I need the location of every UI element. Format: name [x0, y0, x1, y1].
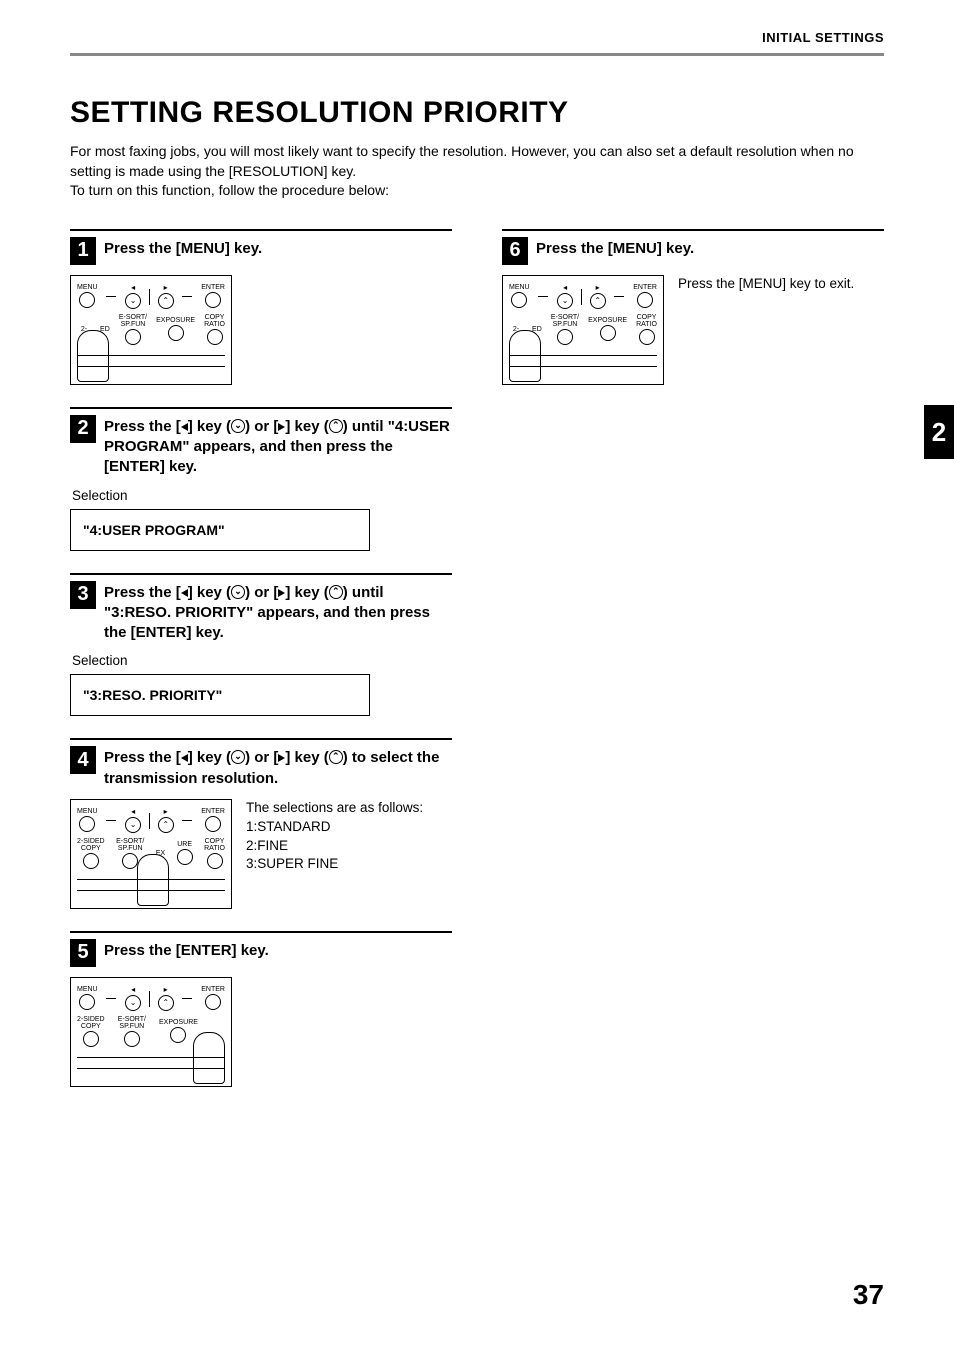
step-5: 5 Press the [ENTER] key. MENU ◂⌄ ▸⌃ ENTE…	[70, 931, 452, 1087]
page-number: 37	[853, 1279, 884, 1311]
up-circle-icon: ⌃	[329, 585, 343, 599]
t: Press the [	[104, 418, 181, 435]
down-circle-icon: ⌄	[231, 585, 245, 599]
chapter-tab: 2	[924, 405, 954, 459]
step-title: Press the [] key (⌄) or [] key (⌃) to se…	[104, 746, 452, 789]
step-title: Press the [] key (⌄) or [] key (⌃) until…	[104, 581, 452, 644]
panel-label-menu: MENU	[77, 808, 98, 815]
t: ] key (	[285, 749, 328, 766]
control-panel-illustration: MENU ◂⌄ ▸⌃ ENTER 2-SIDED COPY E-SORT/ SP…	[70, 799, 232, 909]
left-arrow-icon	[181, 754, 188, 762]
t: ) or [	[245, 418, 278, 435]
down-circle-icon: ⌄	[231, 750, 245, 764]
t: ] key (	[188, 418, 231, 435]
display-box: "4:USER PROGRAM"	[70, 509, 370, 551]
t: Press the [	[104, 584, 181, 601]
panel-label-enter: ENTER	[201, 284, 225, 291]
control-panel-illustration: MENU ◂⌄ ▸⌃ ENTER 2-SIDED COPY E-SORT/ SP…	[70, 977, 232, 1087]
panel-label-enter: ENTER	[201, 986, 225, 993]
t: Press the [	[104, 749, 181, 766]
step-body-text: The selections are as follows: 1:STANDAR…	[246, 799, 423, 875]
page: INITIAL SETTINGS SETTING RESOLUTION PRIO…	[0, 0, 954, 1351]
t: ] key (	[188, 584, 231, 601]
panel-label-ratio: COPY RATIO	[204, 314, 225, 328]
t: ) or [	[245, 749, 278, 766]
step-4: 4 Press the [] key (⌄) or [] key (⌃) to …	[70, 738, 452, 909]
step-head: 4 Press the [] key (⌄) or [] key (⌃) to …	[70, 746, 452, 789]
step-1: 1 Press the [MENU] key. MENU ◂⌄ ▸⌃ ENTER	[70, 229, 452, 385]
t: ) or [	[245, 584, 278, 601]
selection-label: Selection	[72, 488, 452, 503]
step-title: Press the [] key (⌄) or [] key (⌃) until…	[104, 415, 452, 478]
down-circle-icon: ⌄	[231, 419, 245, 433]
step-head: 1 Press the [MENU] key.	[70, 237, 452, 265]
left-arrow-icon	[181, 589, 188, 597]
panel-label-enter: ENTER	[633, 284, 657, 291]
step-rule	[70, 931, 452, 933]
panel-label-esort: E-SORT/ SP.FUN	[118, 1016, 146, 1030]
panel-label-exposure: EXPOSURE	[159, 1019, 198, 1026]
panel-label-menu: MENU	[509, 284, 530, 291]
panel-label-menu: MENU	[77, 284, 98, 291]
step-title: Press the [ENTER] key.	[104, 939, 269, 961]
step-rule	[70, 738, 452, 740]
panel-label-ratio: COPY RATIO	[204, 838, 225, 852]
header-rule	[70, 53, 884, 56]
panel-label-esort: E-SORT/ SP.FUN	[119, 314, 147, 328]
t: ] key (	[188, 749, 231, 766]
columns: 1 Press the [MENU] key. MENU ◂⌄ ▸⌃ ENTER	[70, 229, 884, 1109]
step-head: 2 Press the [] key (⌄) or [] key (⌃) unt…	[70, 415, 452, 478]
step-rule	[502, 229, 884, 231]
display-box: "3:RESO. PRIORITY"	[70, 674, 370, 716]
panel-label-exposure: EXPOSURE	[156, 317, 195, 324]
intro-text: For most faxing jobs, you will most like…	[70, 142, 884, 201]
step-rule	[70, 229, 452, 231]
header-label: INITIAL SETTINGS	[70, 30, 884, 45]
panel-label-ratio: COPY RATIO	[636, 314, 657, 328]
t: ] key (	[285, 418, 328, 435]
panel-label-menu: MENU	[77, 986, 98, 993]
step-6: 6 Press the [MENU] key. MENU ◂⌄ ▸⌃ ENTER	[502, 229, 884, 385]
step-body: MENU ◂⌄ ▸⌃ ENTER 2- ED E-SORT/ SP.FUN	[502, 275, 884, 385]
step-rule	[70, 573, 452, 575]
step-body: MENU ◂⌄ ▸⌃ ENTER 2-SIDED COPY E-SORT/ SP…	[70, 977, 452, 1087]
panel-label-ure: URE	[177, 841, 192, 848]
page-title: SETTING RESOLUTION PRIORITY	[70, 96, 884, 130]
panel-label-esort: E-SORT/ SP.FUN	[551, 314, 579, 328]
step-number: 6	[502, 237, 528, 265]
panel-label-2sided: 2-SIDED COPY	[77, 838, 105, 852]
panel-label-esort: E-SORT/ SP.FUN	[116, 838, 144, 852]
panel-label-2sided: 2-SIDED COPY	[77, 1016, 105, 1030]
step-number: 4	[70, 746, 96, 774]
step-body-text: Press the [MENU] key to exit.	[678, 275, 854, 294]
step-body: MENU ◂⌄ ▸⌃ ENTER 2-SIDED COPY E-SORT/ SP…	[70, 799, 452, 909]
step-head: 5 Press the [ENTER] key.	[70, 939, 452, 967]
left-arrow-icon	[181, 423, 188, 431]
step-number: 3	[70, 581, 96, 609]
right-column: 6 Press the [MENU] key. MENU ◂⌄ ▸⌃ ENTER	[502, 229, 884, 1109]
selection-label: Selection	[72, 653, 452, 668]
left-column: 1 Press the [MENU] key. MENU ◂⌄ ▸⌃ ENTER	[70, 229, 452, 1109]
step-rule	[70, 407, 452, 409]
step-title: Press the [MENU] key.	[104, 237, 262, 259]
step-number: 5	[70, 939, 96, 967]
step-body: MENU ◂⌄ ▸⌃ ENTER 2- ED E-SORT/ SP.FUN	[70, 275, 452, 385]
panel-label-exposure: EXPOSURE	[588, 317, 627, 324]
step-3: 3 Press the [] key (⌄) or [] key (⌃) unt…	[70, 573, 452, 717]
step-head: 3 Press the [] key (⌄) or [] key (⌃) unt…	[70, 581, 452, 644]
control-panel-illustration: MENU ◂⌄ ▸⌃ ENTER 2- ED E-SORT/ SP.FUN	[70, 275, 232, 385]
step-title: Press the [MENU] key.	[536, 237, 694, 259]
up-circle-icon: ⌃	[329, 750, 343, 764]
step-number: 2	[70, 415, 96, 443]
up-circle-icon: ⌃	[329, 419, 343, 433]
step-number: 1	[70, 237, 96, 265]
t: ] key (	[285, 584, 328, 601]
step-head: 6 Press the [MENU] key.	[502, 237, 884, 265]
step-2: 2 Press the [] key (⌄) or [] key (⌃) unt…	[70, 407, 452, 551]
control-panel-illustration: MENU ◂⌄ ▸⌃ ENTER 2- ED E-SORT/ SP.FUN	[502, 275, 664, 385]
panel-label-enter: ENTER	[201, 808, 225, 815]
